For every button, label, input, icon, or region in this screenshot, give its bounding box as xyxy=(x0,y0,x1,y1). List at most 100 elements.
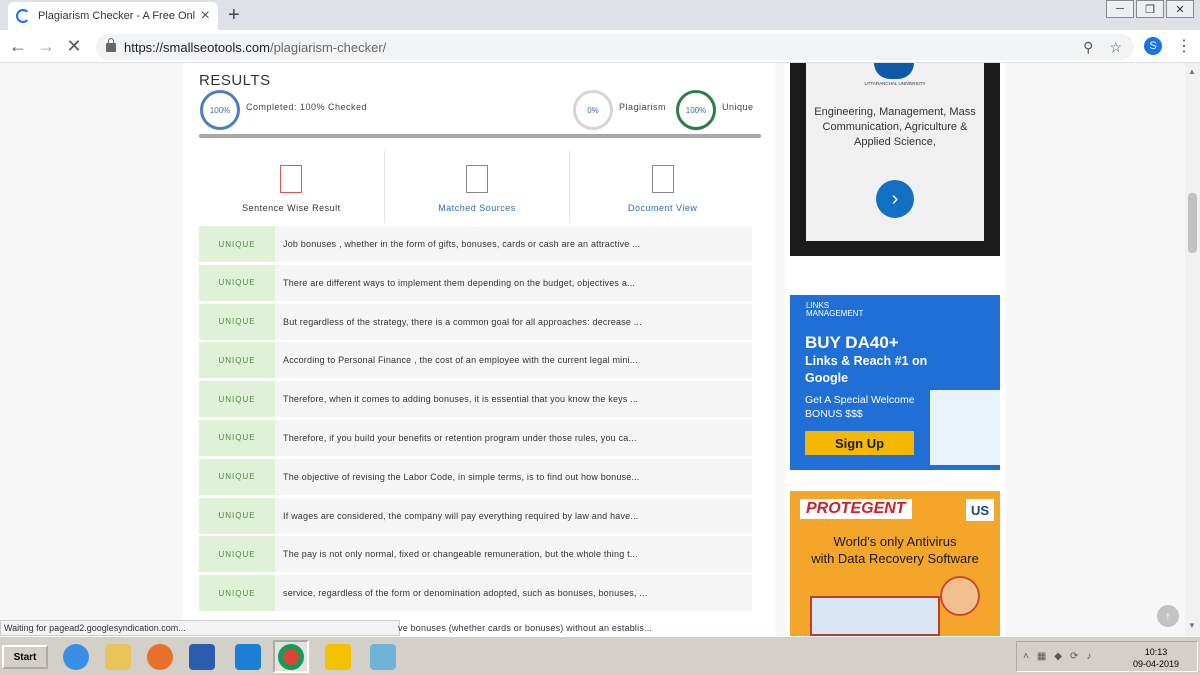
sentence-row[interactable]: UNIQUE Therefore, if you build your benef… xyxy=(199,419,752,456)
restore-button[interactable]: ❐ xyxy=(1136,0,1164,18)
tab-label: Document View xyxy=(627,203,698,213)
sign-up-button[interactable]: Sign Up xyxy=(805,431,914,455)
unique-badge: UNIQUE xyxy=(199,381,275,418)
ad-headline: BUY DA40+ xyxy=(805,333,899,352)
folder-icon[interactable] xyxy=(100,640,136,673)
sentence-row[interactable]: UNIQUE Therefore, when it comes to adding… xyxy=(199,381,752,418)
status-bar: Waiting for pagead2.googlesyndication.co… xyxy=(0,620,400,636)
teamviewer-icon[interactable] xyxy=(230,640,266,673)
close-window-button[interactable]: ✕ xyxy=(1166,0,1194,18)
taskbar-clock[interactable]: 10:13 09-04-2019 xyxy=(1133,646,1179,670)
minimize-button[interactable]: ─ xyxy=(1106,0,1134,18)
browser-tab[interactable]: Plagiarism Checker - A Free Online Pl × xyxy=(8,2,218,30)
tray-expand-icon[interactable]: ˄ xyxy=(1023,651,1029,662)
page-scrollbar[interactable]: ▲ ▼ xyxy=(1185,63,1200,636)
tray-dropbox-icon[interactable]: ◆ xyxy=(1054,651,1062,662)
chevron-right-icon[interactable]: › xyxy=(876,180,914,218)
warning-app-icon[interactable] xyxy=(320,640,356,673)
word-icon[interactable] xyxy=(184,640,220,673)
sentence-text: But regardless of the strategy, there is… xyxy=(283,316,642,327)
firefox-icon[interactable] xyxy=(142,640,178,673)
completed-label: Completed: 100% Checked xyxy=(246,102,368,112)
university-ad[interactable]: UTTARANCHAL UNIVERSITY Engineering, Mana… xyxy=(790,63,1000,256)
ad-text: Engineering, Management, Mass Communicat… xyxy=(814,106,976,148)
sentence-row[interactable]: UNIQUE According to Personal Finance , th… xyxy=(199,342,752,379)
sentence-row[interactable]: UNIQUE But regardless of the strategy, th… xyxy=(199,303,752,340)
sentence-doc-icon xyxy=(280,165,303,193)
stop-button[interactable]: ✕ xyxy=(60,36,88,57)
tab-sentence-wise[interactable]: Sentence Wise Result xyxy=(199,151,385,223)
back-button[interactable]: ← xyxy=(4,36,32,57)
unique-badge: UNIQUE xyxy=(199,458,275,495)
ie-icon[interactable] xyxy=(58,640,94,673)
sentence-text: Therefore, if you build your benefits or… xyxy=(283,432,637,443)
forward-button[interactable]: → xyxy=(32,36,60,57)
sentence-row[interactable]: UNIQUE There are different ways to implem… xyxy=(199,264,752,301)
tray-sync-icon[interactable]: ⟳ xyxy=(1070,651,1078,662)
tab-document-view[interactable]: Document View xyxy=(570,151,755,223)
new-tab-button[interactable]: + xyxy=(228,4,240,27)
ad-line: with Data Recovery Software xyxy=(811,551,979,566)
chrome-icon[interactable] xyxy=(273,640,309,673)
notebook-icon[interactable] xyxy=(365,640,401,673)
links-management-ad[interactable]: LINKS MANAGEMENT BUY DA40+ Links & Reach … xyxy=(790,295,1000,470)
links-logo: LINKS MANAGEMENT xyxy=(806,301,864,318)
ad-subheadline: Links & Reach #1 on Google xyxy=(805,354,928,385)
sentence-text: Therefore, when it comes to adding bonus… xyxy=(283,394,639,405)
system-tray: ˄ ▦ ◆ ⟳ ♪ 10:13 09-04-2019 xyxy=(1016,641,1198,672)
unique-badge: UNIQUE xyxy=(199,342,275,379)
sentence-text: If wages are considered, the company wil… xyxy=(283,510,639,521)
unique-badge: UNIQUE xyxy=(199,419,275,456)
start-button[interactable]: Start xyxy=(2,645,48,669)
sentence-list: UNIQUE Job bonuses , whether in the form … xyxy=(199,226,752,614)
protegent-ad[interactable]: PROTEGENT US World's only Antivirus with… xyxy=(790,491,1000,636)
tab-label: Matched Sources xyxy=(438,203,516,213)
sentence-row[interactable]: UNIQUE If wages are considered, the compa… xyxy=(199,497,752,534)
unique-label: Unique xyxy=(722,102,754,112)
sidebar-ads: UTTARANCHAL UNIVERSITY Engineering, Mana… xyxy=(785,63,1005,636)
scroll-down-arrow-icon[interactable]: ▼ xyxy=(1188,621,1196,630)
browser-toolbar: ← → ✕ https://smallseotools.com/plagiari… xyxy=(0,30,1200,63)
tray-volume-icon[interactable]: ♪ xyxy=(1086,651,1091,662)
unique-badge: UNIQUE xyxy=(199,575,275,612)
ad-line: World's only Antivirus xyxy=(833,534,957,549)
lock-icon xyxy=(106,37,116,52)
unique-badge: UNIQUE xyxy=(199,303,275,340)
sentence-row[interactable]: UNIQUE Job bonuses , whether in the form … xyxy=(199,226,752,262)
sentence-text: service, regardless of the form or denom… xyxy=(283,588,648,599)
sentence-text: The pay is not only normal, fixed or cha… xyxy=(283,549,638,560)
browser-menu-icon[interactable]: ⋮ xyxy=(1176,36,1192,56)
profile-avatar[interactable]: S xyxy=(1144,37,1162,55)
tray-network-icon[interactable]: ▦ xyxy=(1037,651,1046,662)
close-tab-icon[interactable]: × xyxy=(201,7,210,25)
sentence-text: There are different ways to implement th… xyxy=(283,277,636,288)
view-tabs: Sentence Wise Result Matched Sources Doc… xyxy=(199,151,755,223)
windows-taskbar: Start ˄ ▦ ◆ ⟳ ♪ 10:13 09-04-2019 xyxy=(0,636,1200,675)
scroll-to-top-button[interactable]: ↑ xyxy=(1157,605,1179,627)
window-controls: ─ ❐ ✕ xyxy=(1106,0,1194,18)
sentence-row[interactable]: UNIQUE The pay is not only normal, fixed … xyxy=(199,536,752,573)
results-card: RESULTS 100% Completed: 100% Checked 0% … xyxy=(183,63,775,636)
software-boxes-image xyxy=(810,596,940,636)
scroll-thumb[interactable] xyxy=(1188,193,1197,253)
bookmark-star-icon[interactable]: ☆ xyxy=(1109,39,1122,56)
sentence-row[interactable]: UNIQUE The objective of revising the Labo… xyxy=(199,458,752,495)
sentence-text: The objective of revising the Labor Code… xyxy=(283,471,640,482)
progress-bar xyxy=(199,134,761,138)
address-bar[interactable]: https://smallseotools.com/plagiarism-che… xyxy=(96,34,1134,60)
zoom-icon[interactable]: ⚲ xyxy=(1083,39,1093,56)
tab-matched-sources[interactable]: Matched Sources xyxy=(385,151,571,223)
browser-tab-bar: Plagiarism Checker - A Free Online Pl × … xyxy=(0,0,1200,30)
graph-illustration xyxy=(930,390,1000,465)
university-logo-text: UTTARANCHAL UNIVERSITY xyxy=(864,81,926,86)
url-text: https://smallseotools.com/plagiarism-che… xyxy=(124,39,387,55)
sentence-row[interactable]: UNIQUE service, regardless of the form or… xyxy=(199,575,752,612)
university-logo xyxy=(874,63,914,79)
plagiarism-label: Plagiarism xyxy=(619,102,667,112)
unique-circle: 100% xyxy=(676,90,716,130)
tab-label: Sentence Wise Result xyxy=(242,203,341,213)
unique-badge: UNIQUE xyxy=(199,226,275,262)
scroll-up-arrow-icon[interactable]: ▲ xyxy=(1188,67,1196,76)
sentence-text: Job bonuses , whether in the form of gif… xyxy=(283,239,641,249)
unique-badge: UNIQUE xyxy=(199,536,275,573)
